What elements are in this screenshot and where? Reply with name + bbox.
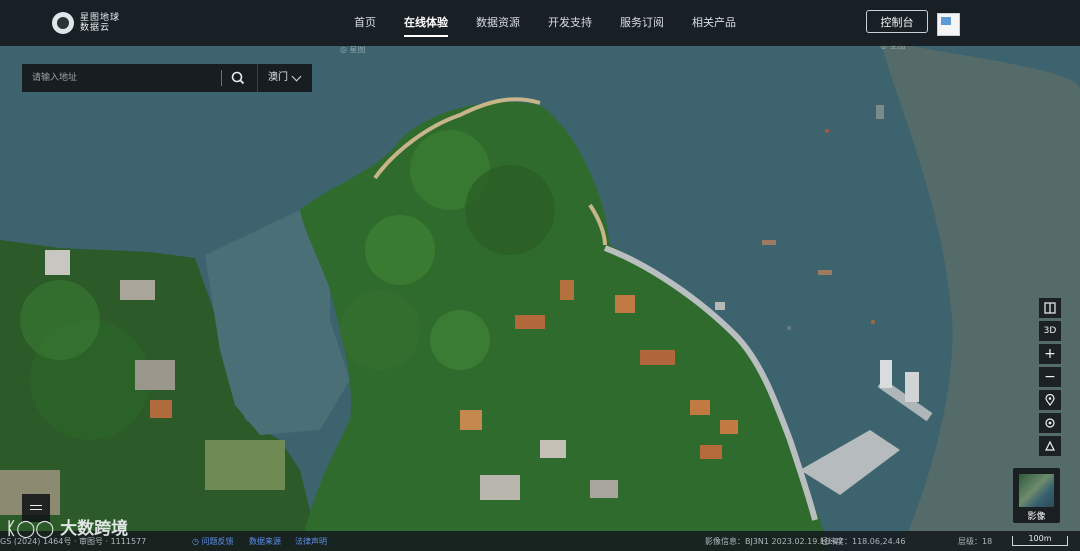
map-toolbar: 3D + − <box>1039 298 1061 459</box>
nav-online-experience[interactable]: 在线体验 <box>390 0 462 46</box>
split-view-button[interactable] <box>1039 298 1061 318</box>
nav-dev-support[interactable]: 开发支持 <box>534 0 606 46</box>
address-search <box>22 64 257 92</box>
nav-related-products[interactable]: 相关产品 <box>678 0 750 46</box>
split-icon <box>1044 302 1056 314</box>
location-pin-button[interactable] <box>1039 390 1061 410</box>
3d-toggle-button[interactable]: 3D <box>1039 321 1061 341</box>
data-source-link[interactable]: 数据来源 <box>249 536 281 547</box>
main-nav: 首页 在线体验 数据资源 开发支持 服务订阅 相关产品 <box>340 0 750 46</box>
location-pin-icon <box>1045 393 1055 406</box>
zoom-level: 层级：18 <box>958 537 993 546</box>
imagery-layer-thumbnail <box>1019 474 1054 507</box>
watermark-logo-icon: ᛕ◯◯ <box>6 519 61 539</box>
top-navbar: 星图地球 数据云 首页 在线体验 数据资源 开发支持 服务订阅 相关产品 控制台 <box>0 0 1080 46</box>
zoom-out-button[interactable]: − <box>1039 367 1061 387</box>
logo-text: 星图地球 数据云 <box>80 13 121 33</box>
nav-data-resources[interactable]: 数据资源 <box>462 0 534 46</box>
zoom-in-button[interactable]: + <box>1039 344 1061 364</box>
watermark-text: ᛕ◯◯ 大数跨境 <box>6 514 128 539</box>
measure-icon <box>1045 440 1055 451</box>
search-icon[interactable] <box>230 70 246 86</box>
address-search-input[interactable] <box>22 72 224 84</box>
status-bar: GS (2024) 1464号 · 审图号 · 1111577 ◷ 问题反馈 数… <box>0 531 1080 551</box>
legal-link[interactable]: 法律声明 <box>295 536 327 547</box>
layer-switch[interactable]: 影像 <box>1013 468 1060 523</box>
chevron-down-icon <box>291 71 302 82</box>
feedback-link[interactable]: ◷ 问题反馈 <box>192 536 234 547</box>
nav-home[interactable]: 首页 <box>340 0 390 46</box>
logo-icon <box>52 12 74 34</box>
brand-logo[interactable]: 星图地球 数据云 <box>52 10 142 36</box>
coordinates-readout: 经纬度：118.06,24.46 <box>820 537 906 546</box>
measure-button[interactable] <box>1039 436 1061 456</box>
legend-icon-line <box>30 509 42 510</box>
search-divider <box>221 70 222 86</box>
feedback-link-label: 问题反馈 <box>201 537 234 546</box>
locate-icon <box>1045 418 1055 428</box>
layer-switch-label: 影像 <box>1027 512 1046 522</box>
locate-button[interactable] <box>1039 413 1061 433</box>
console-button[interactable]: 控制台 <box>866 10 928 33</box>
user-avatar-icon[interactable] <box>937 13 960 36</box>
region-select-value: 澳门 <box>268 72 288 83</box>
watermark-label: 大数跨境 <box>60 519 129 539</box>
legend-icon <box>30 505 42 506</box>
nav-service-subscription[interactable]: 服务订阅 <box>606 0 678 46</box>
region-select[interactable]: 澳门 <box>257 64 312 92</box>
scale-bar: 100m <box>1012 535 1068 546</box>
